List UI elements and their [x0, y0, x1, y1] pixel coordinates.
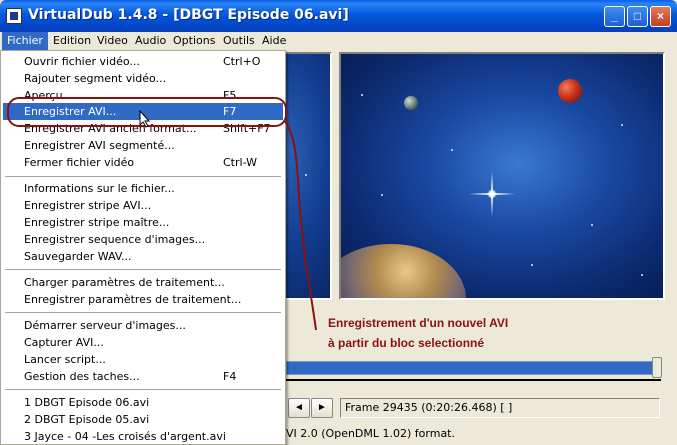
menu-item-job-control[interactable]: Gestion des taches... F4 [3, 368, 283, 385]
menu-item-save-image-sequence[interactable]: Enregistrer sequence d'images... [3, 231, 283, 248]
menu-item-save-settings[interactable]: Enregistrer paramètres de traitement... [3, 291, 283, 308]
menu-separator [5, 176, 281, 177]
menu-edition[interactable]: Edition [48, 32, 96, 50]
menu-video[interactable]: Video [92, 32, 133, 50]
large-planet [341, 244, 466, 298]
menu-separator [5, 269, 281, 270]
menu-audio[interactable]: Audio [130, 32, 171, 50]
menu-aide[interactable]: Aide [257, 32, 291, 50]
menu-fichier[interactable]: Fichier [2, 32, 48, 50]
menu-item-save-stripe[interactable]: Enregistrer stripe AVI... [3, 197, 283, 214]
menu-item-save-wav[interactable]: Sauvegarder WAV... [3, 248, 283, 265]
menu-item-save-master-stripe[interactable]: Enregistrer stripe maître... [3, 214, 283, 231]
menu-item-save-segmented[interactable]: Enregistrer AVI segmenté... [3, 137, 283, 154]
menu-item-open-video[interactable]: Ouvrir fichier vidéo... Ctrl+O [3, 53, 283, 70]
maximize-button[interactable]: □ [627, 6, 648, 27]
annotation-line-1: Enregistrement d'un nouvel AVI [328, 316, 509, 330]
slider-thumb[interactable] [652, 357, 662, 378]
virtualdub-window: VirtualDub 1.4.8 - [DBGT Episode 06.avi]… [0, 0, 677, 445]
prev-key-button[interactable]: ◄ [288, 398, 310, 418]
mouse-cursor-icon [139, 110, 151, 128]
menu-item-capture-avi[interactable]: Capturer AVI... [3, 334, 283, 351]
menu-item-file-info[interactable]: Informations sur le fichier... [3, 180, 283, 197]
gray-planet [404, 96, 418, 110]
timeline [286, 379, 661, 381]
status-bar-text: VI 2.0 (OpenDML 1.02) format. [286, 427, 455, 440]
annotation-line-2: à partir du bloc selectionné [328, 336, 485, 350]
position-slider[interactable] [286, 361, 656, 375]
menu-item-recent-3[interactable]: 3 Jayce - 04 -Les croisés d'argent.avi [3, 428, 283, 445]
output-video-pane [341, 54, 663, 298]
close-button[interactable]: × [650, 6, 671, 27]
menu-item-close-video[interactable]: Fermer fichier vidéo Ctrl-W [3, 154, 283, 171]
minimize-button[interactable]: _ [604, 6, 625, 27]
menu-separator [5, 312, 281, 313]
bright-star [469, 171, 515, 217]
menu-item-append-segment[interactable]: Rajouter segment vidéo... [3, 70, 283, 87]
red-planet [558, 79, 582, 103]
menu-options[interactable]: Options [168, 32, 220, 50]
menu-bar: Fichier Edition Video Audio Options Outi… [0, 32, 677, 50]
menu-item-recent-2[interactable]: 2 DBGT Episode 05.avi [3, 411, 283, 428]
frame-readout: Frame 29435 (0:20:26.468) [ ] [340, 398, 660, 418]
menu-item-load-settings[interactable]: Charger paramètres de traitement... [3, 274, 283, 291]
menu-item-preview[interactable]: Aperçu... F5 [3, 87, 283, 104]
annotation-text: Enregistrement d'un nouvel AVI à partir … [328, 313, 508, 353]
menu-outils[interactable]: Outils [218, 32, 260, 50]
menu-item-recent-1[interactable]: 1 DBGT Episode 06.avi [3, 394, 283, 411]
window-title: VirtualDub 1.4.8 - [DBGT Episode 06.avi] [28, 7, 349, 23]
menu-item-run-script[interactable]: Lancer script... [3, 351, 283, 368]
next-key-button[interactable]: ► [311, 398, 333, 418]
menu-item-start-frameserver[interactable]: Démarrer serveur d'images... [3, 317, 283, 334]
title-bar[interactable]: VirtualDub 1.4.8 - [DBGT Episode 06.avi]… [0, 0, 677, 32]
app-icon[interactable] [6, 8, 22, 24]
menu-separator [5, 389, 281, 390]
